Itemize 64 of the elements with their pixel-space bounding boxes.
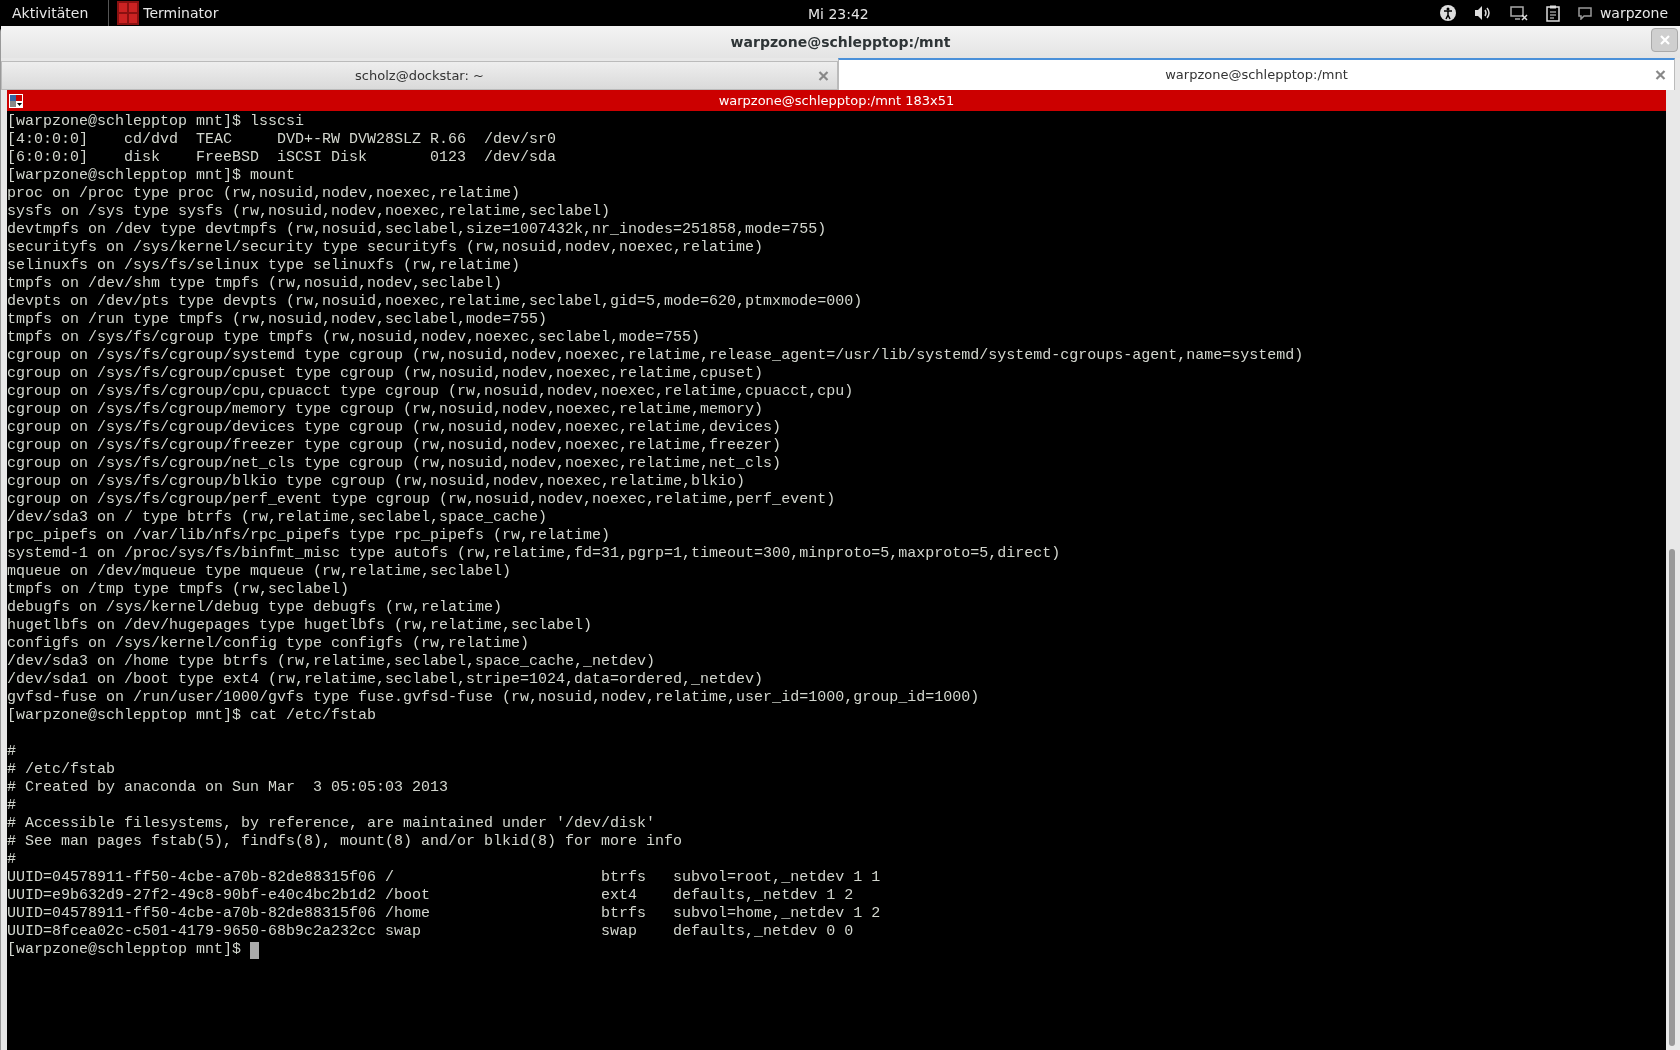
terminal-line: systemd-1 on /proc/sys/fs/binfmt_misc type autofs (rw,relatime,fd=31,pgrp=1,timeout=300,minproto=5,maxproto=5,direct) <box>7 545 1061 563</box>
terminal-line: /dev/sda3 on / type btrfs (rw,relatime,seclabel,space_cache) <box>7 509 548 527</box>
terminal-line: cgroup on /sys/fs/cgroup/systemd type cgroup (rw,nosuid,nodev,noexec,relatime,release_agent=/usr/lib/systemd/systemd-cgroups-agent,name=systemd) <box>7 347 1304 365</box>
terminal-line: UUID=04578911-ff50-4cbe-a70b-82de88315f06 /home btrfs subvol=home,_netdev 1 2 <box>7 905 881 923</box>
terminal-line: # Accessible filesystems, by reference, are maintained under '/dev/disk' <box>7 815 656 833</box>
terminal-line: tmpfs on /dev/shm type tmpfs (rw,nosuid,nodev,seclabel) <box>7 275 503 293</box>
activities-button[interactable]: Aktivitäten <box>0 2 101 24</box>
terminal-line: # See man pages fstab(5), findfs(8), mount(8) and/or blkid(8) for more info <box>7 833 683 851</box>
terminal-line: devpts on /dev/pts type devpts (rw,nosuid,noexec,relatime,seclabel,gid=5,mode=620,ptmxmode=000) <box>7 293 863 311</box>
terminal-line: # <box>7 851 16 869</box>
terminal-line: gvfsd-fuse on /run/user/1000/gvfs type fuse.gvfsd-fuse (rw,nosuid,nodev,relatime,user_id=1000,group_id=1000) <box>7 689 980 707</box>
terminal-line: /dev/sda1 on /boot type ext4 (rw,relatime,seclabel,stripe=1024,data=ordered,_netdev) <box>7 671 764 689</box>
terminal-line: [warpzone@schlepptop mnt]$ mount <box>7 167 296 185</box>
tab[interactable]: warpzone@schlepptop:/mnt <box>838 58 1675 90</box>
terminal-line: # <box>7 743 16 761</box>
terminal-line: cgroup on /sys/fs/cgroup/cpu,cpuacct type cgroup (rw,nosuid,nodev,noexec,relatime,cpuacct,cpu) <box>7 383 854 401</box>
terminal-line: [warpzone@schlepptop mnt]$ cat /etc/fstab <box>7 707 377 725</box>
terminal-line: cgroup on /sys/fs/cgroup/perf_event type cgroup (rw,nosuid,nodev,noexec,relatime,perf_event) <box>7 491 836 509</box>
app-menu[interactable]: Terminator <box>143 2 219 24</box>
terminal-line: debugfs on /sys/kernel/debug type debugfs (rw,relatime) <box>7 599 503 617</box>
terminal-line: hugetlbfs on /dev/hugepages type hugetlbfs (rw,relatime,seclabel) <box>7 617 593 635</box>
terminal-line: # Created by anaconda on Sun Mar 3 05:05:03 2013 <box>7 779 449 797</box>
volume-icon[interactable] <box>1473 5 1492 21</box>
terminal-line: [6:0:0:0] disk FreeBSD iSCSI Disk 0123 /dev/sda <box>7 149 557 167</box>
terminal-line: # <box>7 797 16 815</box>
terminal-line: tmpfs on /run type tmpfs (rw,nosuid,nodev,seclabel,mode=755) <box>7 311 548 329</box>
terminal-line: cgroup on /sys/fs/cgroup/cpuset type cgroup (rw,nosuid,nodev,noexec,relatime,cpuset) <box>7 365 764 383</box>
terminal-line: UUID=8fcea02c-c501-4179-9650-68b9c2a232cc swap swap defaults,_netdev 0 0 <box>7 923 854 941</box>
clock[interactable]: Mi 23:42 <box>808 4 869 25</box>
terminal-line: cgroup on /sys/fs/cgroup/blkio type cgroup (rw,nosuid,nodev,noexec,relatime,blkio) <box>7 473 746 491</box>
terminal-line: UUID=04578911-ff50-4cbe-a70b-82de88315f06 / btrfs subvol=root,_netdev 1 1 <box>7 869 881 887</box>
terminal-line: sysfs on /sys type sysfs (rw,nosuid,nodev,noexec,relatime,seclabel) <box>7 203 611 221</box>
terminal-line: /dev/sda3 on /home type btrfs (rw,relatime,seclabel,space_cache,_netdev) <box>7 653 656 671</box>
terminal-title: warpzone@schlepptop:/mnt 183x51 <box>718 91 955 110</box>
network-offline-icon[interactable] <box>1509 5 1528 21</box>
tab[interactable]: scholz@dockstar: ~ <box>1 61 838 90</box>
terminal-line: [warpzone@schlepptop mnt]$ lsscsi <box>7 113 305 131</box>
terminal-line: [warpzone@schlepptop mnt]$ <box>7 941 242 959</box>
terminal-line: selinuxfs on /sys/fs/selinux type selinuxfs (rw,relatime) <box>7 257 521 275</box>
clipboard-icon[interactable] <box>1545 4 1560 22</box>
terminal-line: devtmpfs on /dev type devtmpfs (rw,nosuid,seclabel,size=1007432k,nr_inodes=251858,mode=755) <box>7 221 827 239</box>
terminal-line: tmpfs on /tmp type tmpfs (rw,seclabel) <box>7 581 350 599</box>
terminal-line: cgroup on /sys/fs/cgroup/memory type cgroup (rw,nosuid,nodev,noexec,relatime,memory) <box>7 401 764 419</box>
terminal-line: cgroup on /sys/fs/cgroup/freezer type cgroup (rw,nosuid,nodev,noexec,relatime,freezer) <box>7 437 782 455</box>
terminal-line: mqueue on /dev/mqueue type mqueue (rw,relatime,seclabel) <box>7 563 512 581</box>
scrollbar-thumb[interactable] <box>1668 549 1675 1046</box>
terminal-line: proc on /proc type proc (rw,nosuid,nodev,noexec,relatime) <box>7 185 521 203</box>
chat-icon[interactable] <box>1577 6 1592 20</box>
close-tab-icon[interactable] <box>1655 69 1666 81</box>
terminal-line: [4:0:0:0] cd/dvd TEAC DVD+-RW DVW28SLZ R.66 /dev/sr0 <box>7 131 557 149</box>
terminal-line: rpc_pipefs on /var/lib/nfs/rpc_pipefs type rpc_pipefs (rw,relatime) <box>7 527 611 545</box>
terminal-app-icon <box>117 1 140 25</box>
terminal-line: cgroup on /sys/fs/cgroup/net_cls type cgroup (rw,nosuid,nodev,noexec,relatime,net_cls) <box>7 455 782 473</box>
terminal-line: # /etc/fstab <box>7 761 116 779</box>
terminal-line: UUID=e9b632d9-27f2-49c8-90bf-e40c4bc2b1d2 /boot ext4 defaults,_netdev 1 2 <box>7 887 854 905</box>
terminal-line: securityfs on /sys/kernel/security type securityfs (rw,nosuid,nodev,noexec,relatime) <box>7 239 764 257</box>
accessibility-icon[interactable] <box>1439 5 1456 21</box>
window-title: warpzone@schlepptop:/mnt <box>730 32 951 52</box>
close-tab-icon[interactable] <box>818 70 829 81</box>
terminal-line: tmpfs on /sys/fs/cgroup type tmpfs (rw,nosuid,nodev,noexec,seclabel,mode=755) <box>7 329 701 347</box>
terminal-line: configfs on /sys/kernel/config type configfs (rw,relatime) <box>7 635 530 653</box>
grid-icon[interactable] <box>9 93 23 108</box>
user-menu[interactable]: warpzone <box>1599 2 1668 24</box>
terminal-line: cgroup on /sys/fs/cgroup/devices type cgroup (rw,nosuid,nodev,noexec,relatime,devices) <box>7 419 782 437</box>
